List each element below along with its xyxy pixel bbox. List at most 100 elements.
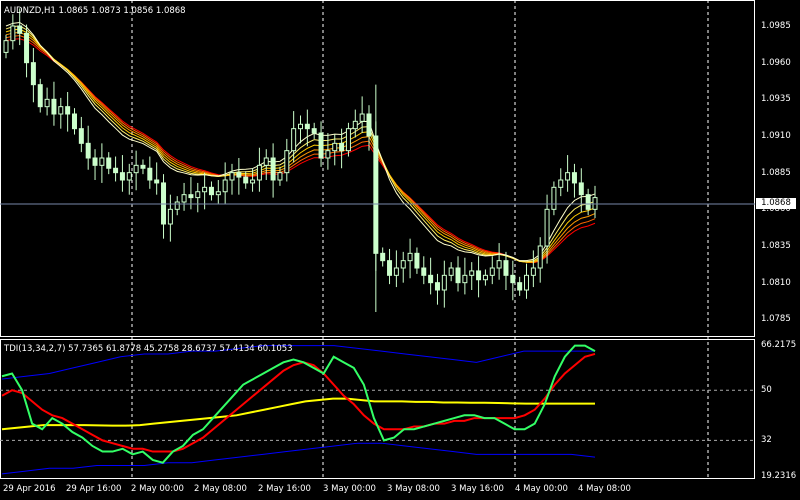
bull-candle-body: [469, 270, 475, 276]
price-tick-label: 1.0910: [761, 131, 791, 141]
bear-candle-body: [434, 282, 440, 291]
price-tick-label: 1.0985: [761, 21, 791, 31]
bull-candle-body: [448, 267, 454, 276]
bull-candle-body: [524, 274, 530, 291]
bull-candle-body: [359, 113, 365, 122]
bear-candle-body: [17, 25, 23, 34]
bear-candle-body: [510, 274, 516, 284]
indicator-panel-frame: [0, 339, 755, 479]
bear-candle-body: [208, 186, 214, 196]
bear-candle-body: [24, 32, 30, 64]
bear-candle-body: [304, 123, 310, 130]
bull-candle-body: [496, 260, 502, 269]
bear-candle-body: [65, 106, 71, 115]
bull-candle-body: [551, 186, 557, 210]
bear-candle-body: [571, 172, 577, 184]
bear-candle-body: [311, 128, 317, 134]
indicator-tick-label: 19.2316: [761, 471, 797, 481]
time-tick-label: 29 Apr 2016: [3, 484, 56, 494]
price-tick-label: 1.0960: [761, 57, 791, 68]
ma-line: [5, 38, 596, 264]
bear-candle-body: [37, 84, 43, 108]
bull-candle-body: [263, 157, 269, 166]
tdi-lower-band: [1, 442, 596, 475]
bear-candle-body: [71, 113, 77, 130]
bear-candle-body: [428, 274, 434, 284]
bull-candle-body: [222, 179, 228, 193]
bull-candle-body: [215, 191, 221, 196]
bull-candle-body: [462, 274, 468, 284]
bear-candle-body: [455, 267, 461, 284]
bear-candle-body: [318, 132, 324, 159]
price-tick-label: 1.0835: [761, 241, 791, 251]
bull-candle-body: [3, 40, 9, 53]
bear-candle-body: [339, 142, 345, 152]
bull-candle-body: [345, 128, 351, 152]
bear-candle-body: [92, 157, 98, 166]
bull-candle-body: [400, 260, 406, 269]
bull-candle-body: [174, 201, 180, 210]
bull-candle-body: [58, 106, 64, 115]
bear-candle-body: [188, 194, 194, 199]
bear-candle-body: [387, 260, 393, 276]
bull-candle-body: [167, 208, 173, 225]
bull-candle-body: [544, 208, 550, 247]
indicator-tick-label: 66.2175: [761, 340, 797, 350]
bear-candle-body: [476, 270, 482, 281]
chart-canvas: [0, 0, 755, 479]
time-tick-label: 4 May 08:00: [578, 484, 631, 494]
current-price-tag: 1.0868: [756, 198, 796, 209]
bull-candle-body: [298, 123, 303, 130]
bull-candle-body: [277, 172, 283, 181]
bear-candle-body: [154, 179, 160, 184]
bear-candle-body: [161, 182, 167, 225]
bull-candle-body: [195, 191, 201, 199]
bull-candle-body: [44, 98, 50, 108]
bear-candle-body: [503, 260, 509, 276]
bull-candle-body: [291, 128, 297, 152]
bear-candle-body: [414, 252, 420, 269]
bull-candle-body: [284, 150, 290, 174]
bull-candle-body: [99, 157, 105, 166]
ma-line: [5, 28, 596, 263]
bear-candle-body: [113, 167, 119, 174]
bear-candle-body: [421, 267, 427, 276]
bull-candle-body: [558, 179, 564, 188]
bull-candle-body: [565, 172, 571, 181]
bear-candle-body: [270, 157, 276, 181]
bull-candle-body: [133, 164, 139, 174]
time-tick-label: 2 May 16:00: [258, 484, 311, 494]
ma-line: [5, 35, 596, 264]
bull-candle-body: [489, 267, 495, 276]
time-tick-label: 3 May 00:00: [323, 484, 376, 494]
main-panel-title: AUDNZD,H1 1.0865 1.0873 1.0856 1.0868: [4, 6, 186, 16]
bull-candle-body: [352, 120, 358, 130]
bull-candle-body: [332, 142, 338, 152]
bull-candle-body: [229, 172, 235, 181]
bear-candle-body: [243, 176, 249, 184]
tdi-lines: [1, 344, 596, 475]
time-tick-label: 29 Apr 16:00: [66, 484, 122, 494]
bear-candle-body: [51, 98, 57, 115]
bear-candle-body: [85, 142, 91, 159]
indicator-tick-label: 32: [761, 435, 772, 446]
bull-candle-body: [441, 274, 447, 291]
bear-candle-body: [78, 128, 84, 144]
bull-candle-body: [202, 186, 208, 193]
bear-candle-body: [236, 172, 242, 178]
time-tick-label: 3 May 16:00: [451, 484, 504, 494]
bull-candle-body: [126, 172, 132, 181]
price-tick-label: 1.0785: [761, 314, 791, 325]
price-tick-label: 1.0885: [761, 167, 791, 178]
bull-candle-body: [325, 150, 331, 159]
bear-candle-body: [30, 62, 36, 86]
bull-candle-body: [482, 274, 488, 281]
bear-candle-body: [380, 252, 386, 262]
price-tick-label: 1.0810: [761, 277, 791, 288]
bear-candle-body: [106, 157, 112, 169]
bull-candle-body: [592, 197, 598, 210]
bull-candle-body: [530, 267, 536, 276]
indicator-tick-label: 50: [761, 385, 772, 396]
bull-candle-body: [393, 267, 399, 276]
bear-candle-body: [140, 164, 146, 169]
